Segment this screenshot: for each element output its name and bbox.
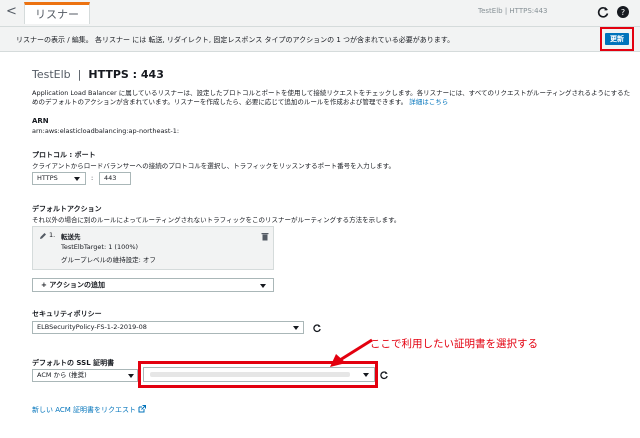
plus-icon: + (41, 281, 47, 289)
annotation-text: ここで利用したい証明書を選択する (370, 338, 538, 350)
svg-text:?: ? (621, 8, 625, 17)
ssl-cert-label: デフォルトの SSL 証明書 (32, 359, 115, 367)
learn-more-link[interactable]: 詳細はこちら (409, 98, 448, 106)
add-action-button[interactable]: + アクションの追加 (32, 278, 274, 292)
listener-description: Application Load Balancer に属しているリスナーは、設定… (32, 89, 632, 107)
title-separator: | (77, 68, 82, 81)
security-policy-label: セキュリティポリシー (32, 310, 102, 318)
arn-label: ARN (32, 117, 49, 125)
trash-icon[interactable] (261, 232, 269, 241)
arn-value: arn:aws:elasticloadbalancing:ap-northeas… (32, 127, 180, 135)
annotation-arrow-icon (330, 338, 373, 367)
refresh-icon[interactable] (312, 323, 322, 333)
pencil-icon[interactable] (39, 232, 47, 240)
sub-header: リスナーの表示 / 編集。 各リスナー には 転送, リダイレクト, 固定レスポ… (0, 27, 640, 52)
breadcrumb[interactable]: TestElb | HTTPS:443 (478, 7, 547, 15)
refresh-icon[interactable] (379, 370, 389, 380)
chevron-down-icon (74, 177, 80, 181)
security-policy-select[interactable]: ELBSecurityPolicy-FS-1-2-2019-08 (32, 321, 304, 334)
port-value: 443 (104, 174, 117, 182)
request-cert-link[interactable]: 新しい ACM 証明書をリクエスト (32, 405, 147, 415)
refresh-icon[interactable] (596, 5, 610, 19)
action-number: 1. (49, 231, 56, 239)
cert-source-select[interactable]: ACM から (推奨) (32, 369, 138, 382)
description-text: Application Load Balancer に属しているリスナーは、設定… (32, 89, 631, 106)
page-title: TestElb | HTTPS : 443 (32, 68, 164, 81)
port-input[interactable]: 443 (99, 172, 131, 185)
action-target: TestElbTarget: 1 (100%) (61, 243, 139, 251)
default-action-help: それ以外の場合に別のルールによってルーティングされないトラフィックをこのリスナー… (32, 216, 401, 224)
action-item[interactable]: 1. 転送先 TestElbTarget: 1 (100%) グループレベルの維… (32, 226, 274, 270)
lb-name: TestElb (32, 68, 71, 81)
default-action-label: デフォルトアクション (32, 205, 102, 213)
listener-port: HTTPS : 443 (88, 68, 164, 81)
sub-header-text: リスナーの表示 / 編集。 各リスナー には 転送, リダイレクト, 固定レスポ… (16, 36, 455, 44)
update-button[interactable]: 更新 (605, 33, 629, 45)
protocol-help: クライアントからロードバランサーへの接続のプロトコルを選択し、トラフィックをリッ… (32, 162, 395, 170)
chevron-down-icon (260, 284, 266, 288)
top-bar: < リスナー TestElb | HTTPS:443 ? (0, 0, 640, 27)
add-action-label: アクションの追加 (49, 281, 105, 289)
action-type: 転送先 (61, 233, 81, 241)
chevron-down-icon (128, 374, 134, 378)
action-stickiness: グループレベルの維持設定: オフ (61, 256, 156, 264)
update-highlight: 更新 (600, 27, 634, 51)
cert-source-value: ACM から (推奨) (37, 371, 87, 379)
tab-listener[interactable]: リスナー (24, 2, 90, 24)
protocol-label: プロトコル : ポート (32, 151, 96, 159)
chevron-down-icon (293, 326, 299, 330)
back-icon[interactable]: < (6, 4, 17, 19)
port-separator: : (91, 174, 94, 182)
external-link-icon (138, 405, 147, 413)
help-icon[interactable]: ? (616, 5, 630, 19)
request-cert-label: 新しい ACM 証明書をリクエスト (32, 406, 137, 414)
protocol-value: HTTPS (37, 174, 58, 182)
security-policy-value: ELBSecurityPolicy-FS-1-2-2019-08 (37, 323, 147, 331)
